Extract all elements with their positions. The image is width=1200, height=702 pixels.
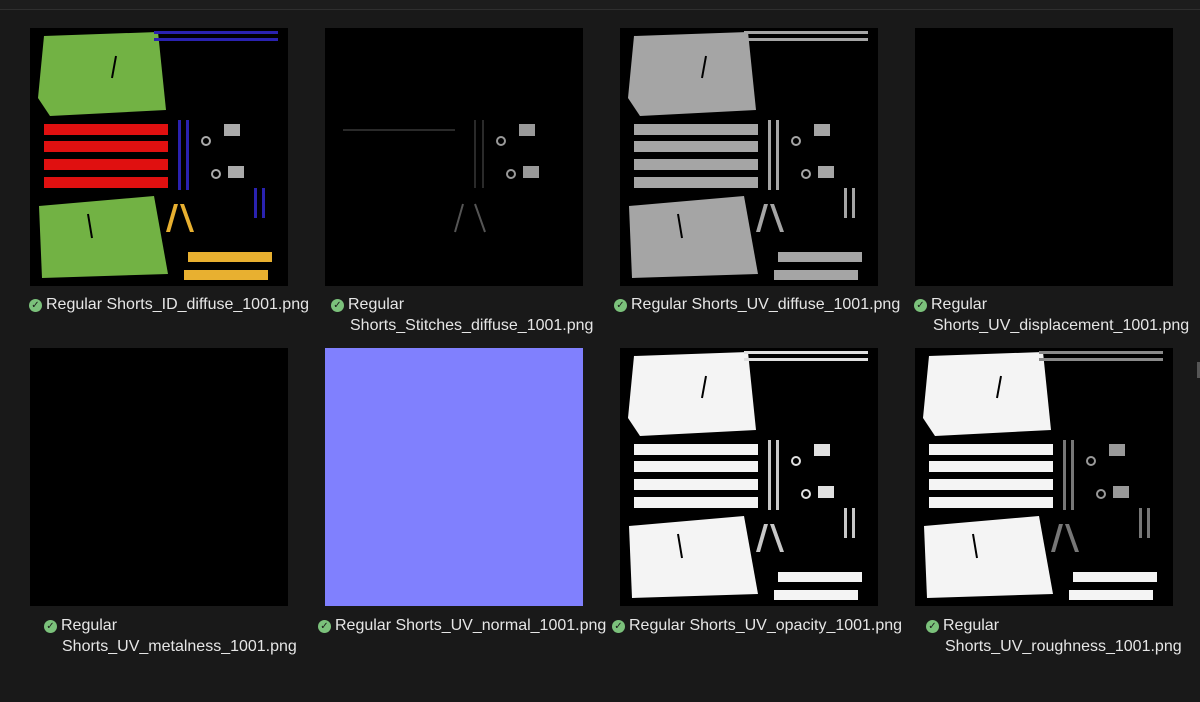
file-name: ✓ Regular Shorts_Stitches_diffuse_1001.pn… xyxy=(331,294,593,336)
thumbnail-uv-normal xyxy=(325,348,583,606)
check-circle-icon: ✓ xyxy=(914,299,927,312)
file-name: ✓ Regular Shorts_UV_diffuse_1001.png xyxy=(614,294,900,315)
check-circle-icon: ✓ xyxy=(29,299,42,312)
check-circle-icon: ✓ xyxy=(318,620,331,633)
thumbnail-uv-metalness xyxy=(30,348,288,606)
file-name: ✓ Regular Shorts_UV_displacement_1001.png xyxy=(914,294,1189,336)
check-circle-icon: ✓ xyxy=(614,299,627,312)
file-name: ✓ Regular Shorts_UV_metalness_1001.png xyxy=(44,615,297,657)
thumbnail-uv-displacement xyxy=(915,28,1173,286)
file-name: ✓ Regular Shorts_ID_diffuse_1001.png xyxy=(29,294,309,315)
thumbnail-uv-opacity xyxy=(620,348,878,606)
check-circle-icon: ✓ xyxy=(926,620,939,633)
check-circle-icon: ✓ xyxy=(612,620,625,633)
thumbnail-uv-diffuse xyxy=(620,28,878,286)
thumbnail-id-diffuse xyxy=(30,28,288,286)
window-top-bar xyxy=(0,0,1200,10)
file-name: ✓ Regular Shorts_UV_normal_1001.png xyxy=(318,615,606,636)
check-circle-icon: ✓ xyxy=(44,620,57,633)
file-name: ✓ Regular Shorts_UV_roughness_1001.png xyxy=(926,615,1182,657)
file-name: ✓ Regular Shorts_UV_opacity_1001.png xyxy=(612,615,902,636)
check-circle-icon: ✓ xyxy=(331,299,344,312)
thumbnail-stitches-diffuse xyxy=(325,28,583,286)
thumbnail-uv-roughness xyxy=(915,348,1173,606)
